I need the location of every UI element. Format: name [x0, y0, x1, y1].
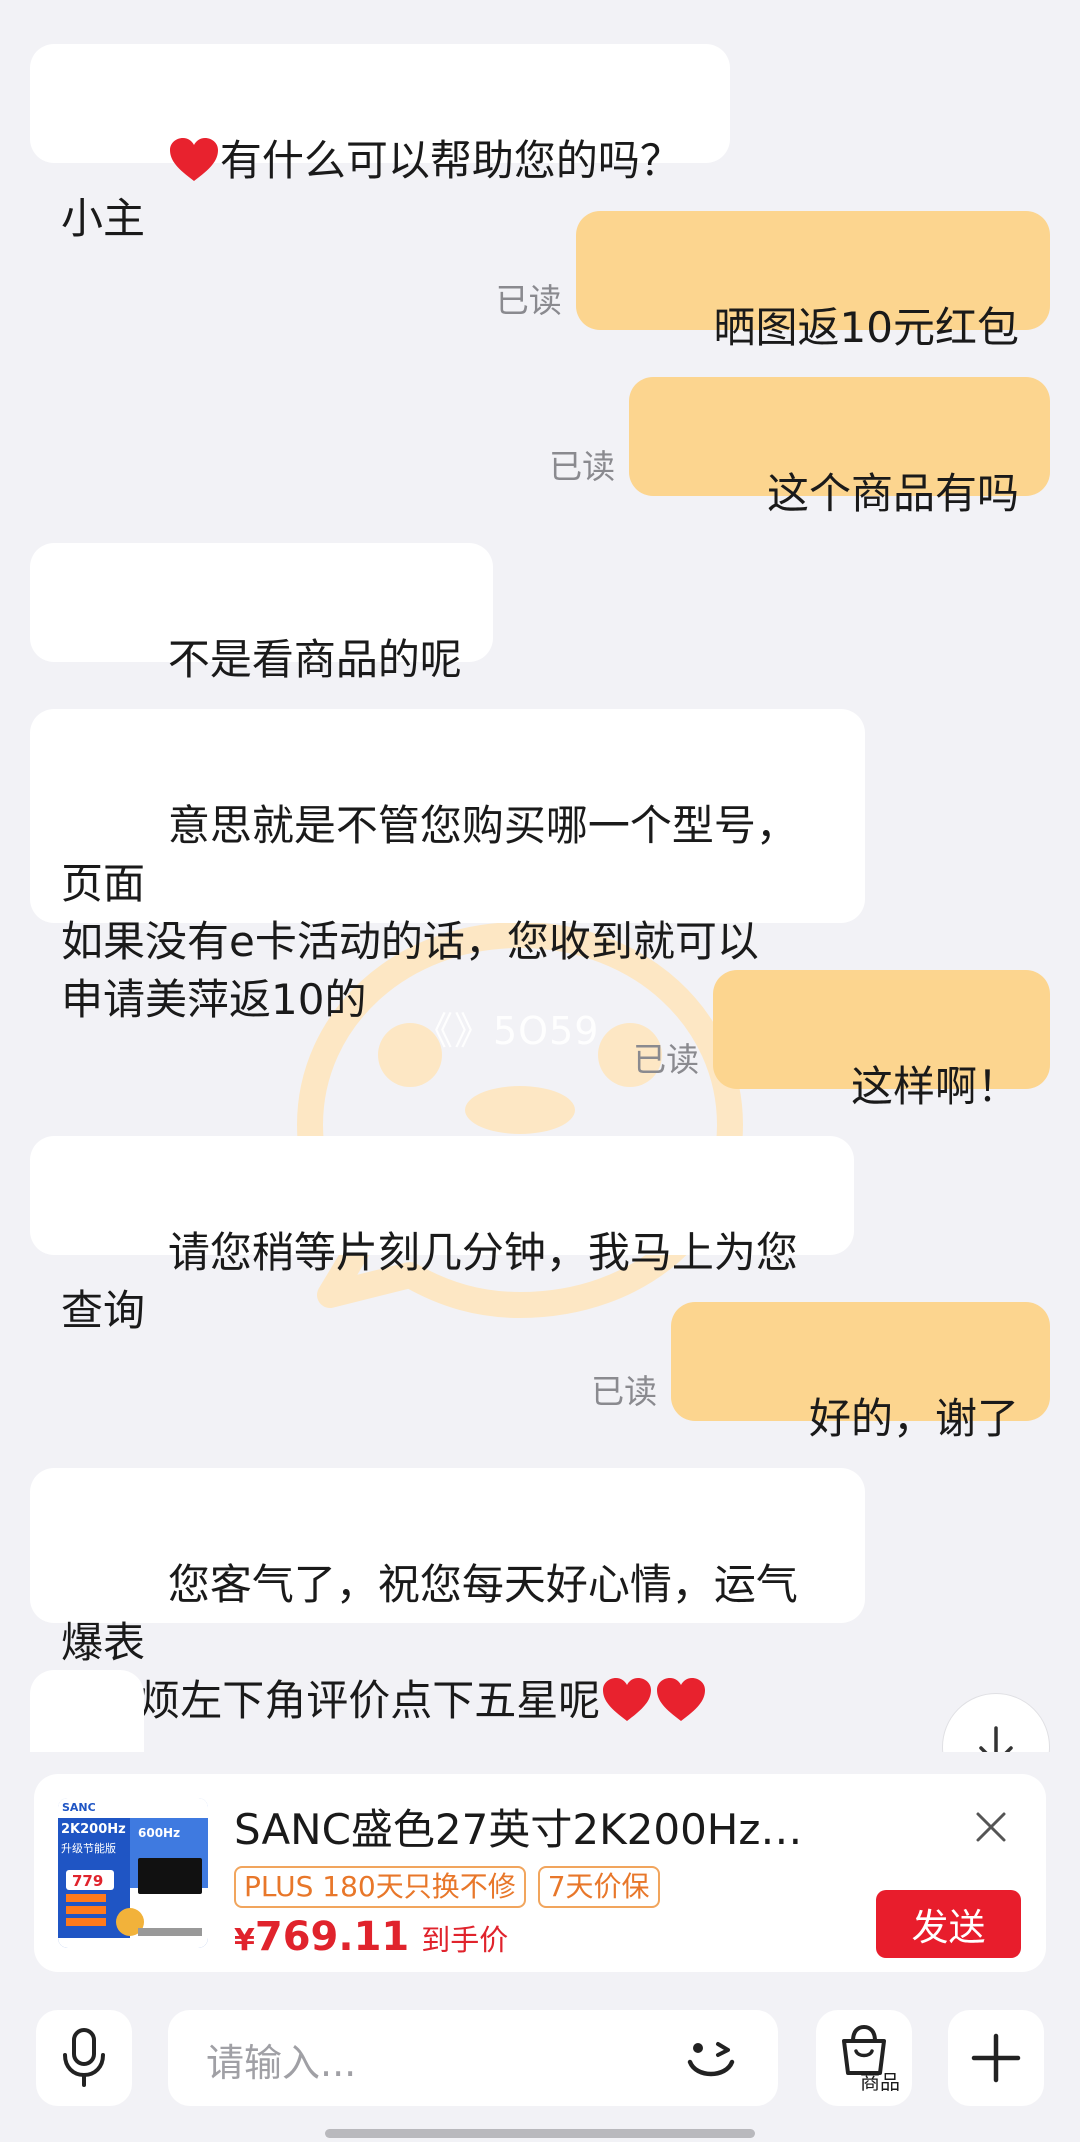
message-text: 好的，谢了 — [808, 1394, 1019, 1443]
voice-button[interactable] — [36, 2010, 132, 2106]
message-outgoing: 已读 晒图返10元红包 — [495, 211, 1050, 352]
read-status: 已读 — [633, 1040, 700, 1079]
message-input[interactable]: 请输入... — [168, 2010, 778, 2106]
thumb-sub: 升级节能版 — [61, 1842, 116, 1855]
message-bubble[interactable]: 请您稍等片刻几分钟，我马上为您查询 — [30, 1136, 854, 1335]
thumb-brand: SANC — [62, 1801, 96, 1814]
thumb-price: 779 — [72, 1872, 104, 1890]
message-outgoing: 已读 好的，谢了 — [591, 1302, 1050, 1443]
price-value: 769.11 — [254, 1914, 410, 1960]
price-currency: ¥ — [234, 1923, 255, 1958]
message-text: 这个商品有吗 — [766, 469, 1019, 518]
goods-label: 商品 — [860, 2070, 900, 2094]
message-incoming: 意思就是不管您购买哪一个型号，页面 如果没有e卡活动的话，您收到就可以 申请美萍… — [30, 709, 865, 1024]
message-text: 晒图返10元红包 — [713, 303, 1019, 352]
product-title[interactable]: SANC盛色27英寸2K200Hz… — [234, 1804, 824, 1856]
thumb-badge: 600Hz — [138, 1826, 181, 1840]
chat-screen: 有什么可以帮助您的吗？小主 已读 晒图返10元红包 已读 这个商品有吗 不是看商… — [0, 0, 1080, 2142]
read-status: 已读 — [549, 447, 616, 486]
read-status: 已读 — [591, 1372, 658, 1411]
message-text: 这样啊！ — [850, 1062, 1019, 1111]
message-bubble[interactable]: 这样啊！ — [713, 970, 1050, 1111]
microphone-icon — [63, 2028, 105, 2087]
message-list[interactable]: 有什么可以帮助您的吗？小主 已读 晒图返10元红包 已读 这个商品有吗 不是看商… — [0, 0, 1080, 1752]
message-incoming: 您客气了，祝您每天好心情，运气爆表 ~麻烦左下角评价点下五星呢 — [30, 1468, 865, 1725]
message-bubble[interactable]: 好的，谢了 — [671, 1302, 1050, 1443]
message-outgoing: 已读 这样啊！ — [633, 970, 1050, 1111]
send-product-button[interactable]: 发送 — [876, 1890, 1021, 1958]
product-price: ¥ 769.11 到手价 — [234, 1914, 508, 1960]
message-outgoing: 已读 这个商品有吗 — [549, 377, 1050, 518]
message-incoming: 请您稍等片刻几分钟，我马上为您查询 — [30, 1136, 854, 1335]
message-bubble[interactable]: 不是看商品的呢 — [30, 543, 493, 684]
message-bubble[interactable]: 晒图返10元红包 — [575, 211, 1050, 352]
message-bubble[interactable]: 您客气了，祝您每天好心情，运气爆表 ~麻烦左下角评价点下五星呢 — [30, 1468, 865, 1725]
message-incoming — [30, 1670, 144, 1752]
input-bar: 请输入... — [0, 2000, 1080, 2142]
message-bubble[interactable]: 这个商品有吗 — [629, 377, 1050, 518]
price-suffix: 到手价 — [421, 1923, 509, 1957]
scroll-down-button[interactable] — [942, 1693, 1050, 1752]
product-thumbnail[interactable]: SANC 2K200Hz 升级节能版 779 600Hz — [58, 1798, 208, 1948]
product-tags: PLUS 180天只换不修 7天价保 — [234, 1866, 660, 1908]
thumb-headline: 2K200Hz — [61, 1822, 126, 1837]
message-bubble[interactable] — [30, 1670, 144, 1752]
input-placeholder: 请输入... — [206, 2041, 357, 2085]
message-text: 不是看商品的呢 — [167, 635, 462, 684]
home-indicator[interactable] — [325, 2129, 755, 2138]
service-tag: PLUS 180天只换不修 — [234, 1866, 526, 1908]
message-incoming: 不是看商品的呢 — [30, 543, 493, 684]
read-status: 已读 — [495, 281, 562, 320]
heart-icon — [603, 1678, 652, 1721]
emoji-icon[interactable] — [680, 2028, 742, 2088]
message-bubble[interactable]: 有什么可以帮助您的吗？小主 — [30, 44, 730, 243]
message-incoming: 有什么可以帮助您的吗？小主 — [30, 44, 730, 243]
heart-icon — [169, 138, 218, 181]
more-button[interactable] — [948, 2010, 1044, 2106]
message-bubble[interactable]: 意思就是不管您购买哪一个型号，页面 如果没有e卡活动的话，您收到就可以 申请美萍… — [30, 709, 865, 1024]
scroll-down-icon — [979, 1726, 1013, 1752]
service-tag: 7天价保 — [537, 1866, 660, 1908]
close-icon[interactable] — [975, 1811, 1007, 1843]
plus-icon — [971, 2033, 1021, 2083]
heart-icon — [657, 1678, 706, 1721]
